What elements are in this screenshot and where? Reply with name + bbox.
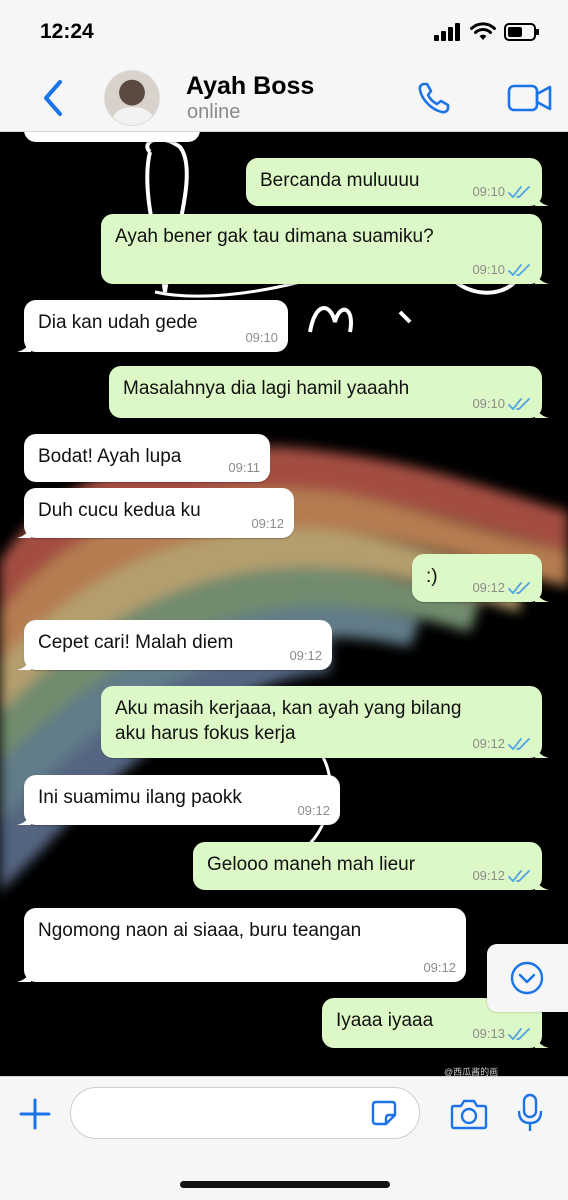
wifi-icon	[470, 22, 496, 40]
message-out[interactable]: Aku masih kerjaaa, kan ayah yang bilang …	[101, 686, 549, 758]
message-in[interactable]: Bodat! Ayah lupa 09:11	[24, 434, 270, 482]
microphone-icon[interactable]	[516, 1093, 544, 1133]
message-in[interactable]: Duh cucu kedua ku 09:12	[17, 488, 294, 538]
message-time: 09:12	[423, 960, 456, 975]
status-time: 12:24	[40, 20, 94, 43]
double-check-icon	[508, 737, 530, 750]
status-icons	[434, 22, 540, 42]
contact-name[interactable]: Ayah Boss	[186, 72, 314, 101]
message-in[interactable]: Ngomong naon ai siaaa, buru teangan 09:1…	[17, 908, 466, 982]
message-bubble-partial[interactable]	[24, 132, 200, 142]
message-in[interactable]: Ini suamimu ilang paokk 09:12	[17, 775, 340, 825]
plus-icon[interactable]	[18, 1097, 52, 1131]
message-in[interactable]: Cepet cari! Malah diem 09:12	[17, 620, 332, 670]
phone-icon[interactable]	[416, 80, 452, 116]
message-time: 09:12	[297, 803, 330, 818]
message-time: 09:12	[472, 580, 505, 595]
watermark: @西瓜酱的画	[444, 1067, 499, 1076]
message-time: 09:12	[472, 736, 505, 751]
scroll-to-bottom-button[interactable]	[487, 944, 568, 1012]
composer-bar	[0, 1076, 568, 1200]
double-check-icon	[508, 581, 530, 594]
double-check-icon	[508, 263, 530, 276]
double-check-icon	[508, 185, 530, 198]
video-camera-icon[interactable]	[507, 82, 553, 114]
message-out[interactable]: Ayah bener gak tau dimana suamiku? 09:10	[101, 214, 549, 284]
message-time: 09:11	[228, 460, 260, 475]
message-time: 09:10	[472, 396, 505, 411]
sticker-icon[interactable]	[370, 1099, 398, 1127]
message-time: 09:10	[472, 184, 505, 199]
battery-icon	[504, 23, 539, 41]
message-time: 09:12	[472, 868, 505, 883]
message-input[interactable]	[70, 1087, 420, 1139]
double-check-icon	[508, 397, 530, 410]
chat-header: 12:24 Ayah Boss online	[0, 0, 568, 132]
chevron-left-icon[interactable]	[38, 78, 68, 118]
double-check-icon	[508, 869, 530, 882]
home-indicator	[180, 1181, 390, 1188]
message-out[interactable]: Gelooo maneh mah lieur 09:12	[193, 842, 549, 890]
message-in[interactable]: Dia kan udah gede 09:10	[17, 300, 288, 352]
signal-icon	[434, 23, 460, 41]
message-time: 09:10	[472, 262, 505, 277]
double-check-icon	[508, 1027, 530, 1040]
chat-area[interactable]: Bercanda muluuuu 09:10 Ayah bener gak ta…	[0, 132, 568, 1076]
message-out[interactable]: :) 09:12	[412, 554, 549, 602]
contact-status: online	[187, 101, 241, 123]
avatar[interactable]	[104, 70, 160, 126]
message-out[interactable]: Bercanda muluuuu 09:10	[246, 158, 549, 206]
chevron-down-circle-icon	[510, 961, 544, 995]
message-time: 09:10	[245, 330, 278, 345]
message-time: 09:12	[289, 648, 322, 663]
message-out[interactable]: Masalahnya dia lagi hamil yaaahh 09:10	[109, 366, 549, 418]
message-time: 09:13	[472, 1026, 505, 1041]
message-time: 09:12	[251, 516, 284, 531]
camera-icon[interactable]	[450, 1097, 488, 1131]
